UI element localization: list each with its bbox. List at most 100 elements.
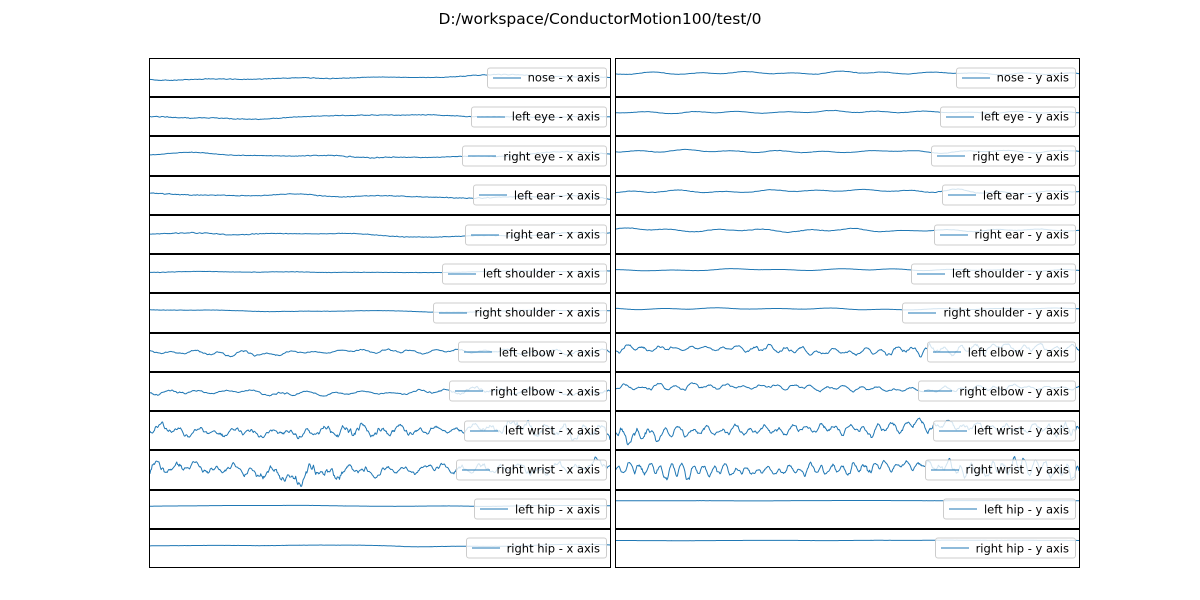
legend-left-ear-x[interactable]: left ear - x axis [472,184,607,206]
legend-left-elbow-x[interactable]: left elbow - x axis [457,341,607,363]
subplot-cell: left eye - y axis [613,97,1080,137]
subplot-cell: right eye - x axis [149,136,613,176]
subplot-axes-left-wrist-x: left wrist - x axis [149,411,611,451]
legend-line-icon [463,351,492,353]
legend-line-icon [469,430,498,432]
legend-left-hip-y[interactable]: left hip - y axis [942,498,1076,520]
legend-label: left ear - x axis [513,188,600,203]
legend-left-shoulder-x[interactable]: left shoulder - x axis [441,263,607,285]
legend-right-hip-y[interactable]: right hip - y axis [934,537,1076,559]
legend-line-icon [932,351,961,353]
legend-left-ear-y[interactable]: left ear - y axis [941,184,1076,206]
subplot-axes-left-ear-x: left ear - x axis [149,175,611,215]
subplot-axes-right-ear-y: right ear - y axis [615,214,1080,255]
legend-right-ear-y[interactable]: right ear - y axis [933,224,1076,246]
subplot-cell: nose - x axis [149,58,613,98]
subplot-axes-right-eye-x: right eye - x axis [149,136,611,176]
subplot-axes-right-wrist-y: right wrist - y axis [615,450,1080,490]
matplotlib-figure: D:/workspace/ConductorMotion100/test/0 n… [0,0,1200,600]
legend-line-icon [940,547,969,549]
legend-left-shoulder-y[interactable]: left shoulder - y axis [910,263,1076,285]
subplot-grid: nose - x axis nose - y axis left eye - x a… [149,58,1080,568]
subplot-axes-left-hip-x: left hip - x axis [149,489,611,529]
subplot-axes-nose-y: nose - y axis [615,58,1080,98]
legend-right-shoulder-y[interactable]: right shoulder - y axis [902,302,1076,324]
legend-label: left hip - x axis [514,502,600,517]
legend-right-shoulder-x[interactable]: right shoulder - x axis [433,302,607,324]
subplot-axes-right-elbow-x: right elbow - x axis [149,371,611,412]
subplot-cell: left hip - y axis [613,489,1080,529]
subplot-cell: right eye - y axis [613,136,1080,176]
legend-left-wrist-x[interactable]: left wrist - x axis [463,420,607,442]
subplot-axes-right-ear-x: right ear - x axis [149,214,611,255]
subplot-axes-nose-x: nose - x axis [149,58,611,98]
legend-right-elbow-y[interactable]: right elbow - y axis [918,380,1076,402]
subplot-axes-left-shoulder-x: left shoulder - x axis [149,254,611,294]
legend-right-elbow-x[interactable]: right elbow - x axis [449,380,607,402]
legend-left-elbow-y[interactable]: left elbow - y axis [926,341,1076,363]
legend-right-hip-x[interactable]: right hip - x axis [465,537,607,559]
legend-line-icon [447,273,476,275]
subplot-axes-left-wrist-y: left wrist - y axis [615,411,1080,451]
subplot-cell: right wrist - x axis [149,450,613,490]
legend-right-wrist-y[interactable]: right wrist - y axis [924,459,1076,481]
subplot-cell: right elbow - x axis [149,371,613,412]
legend-label: right shoulder - y axis [943,305,1069,320]
subplot-cell: left shoulder - y axis [613,254,1080,294]
legend-label: left wrist - x axis [504,423,600,438]
subplot-axes-right-eye-y: right eye - y axis [615,136,1080,176]
legend-label: right wrist - x axis [496,462,600,477]
subplot-cell: right ear - y axis [613,214,1080,255]
legend-label: left hip - y axis [983,502,1069,517]
legend-label: nose - y axis [996,70,1069,85]
legend-line-icon [476,116,505,118]
subplot-axes-right-shoulder-x: right shoulder - x axis [149,293,611,333]
subplot-axes-right-hip-x: right hip - x axis [149,528,611,568]
legend-left-hip-x[interactable]: left hip - x axis [473,498,607,520]
legend-label: right ear - y axis [974,227,1070,242]
subplot-cell: left hip - x axis [149,489,613,529]
legend-left-eye-y[interactable]: left eye - y axis [939,106,1076,128]
legend-line-icon [945,116,974,118]
subplot-axes-left-elbow-x: left elbow - x axis [149,332,611,372]
legend-label: right eye - y axis [972,149,1069,164]
legend-label: right wrist - y axis [965,462,1069,477]
legend-left-wrist-y[interactable]: left wrist - y axis [932,420,1076,442]
legend-label: left elbow - y axis [967,345,1069,360]
legend-line-icon [961,77,990,79]
legend-line-icon [478,194,507,196]
legend-right-eye-y[interactable]: right eye - y axis [931,145,1076,167]
subplot-cell: right shoulder - y axis [613,293,1080,333]
subplot-axes-left-ear-y: left ear - y axis [615,175,1080,215]
legend-line-icon [455,390,484,392]
legend-nose-x[interactable]: nose - x axis [486,67,607,89]
subplot-cell: left elbow - y axis [613,332,1080,372]
legend-line-icon [930,469,959,471]
legend-line-icon [937,155,966,157]
legend-right-wrist-x[interactable]: right wrist - x axis [455,459,607,481]
subplot-axes-left-hip-y: left hip - y axis [615,489,1080,529]
subplot-cell: left ear - x axis [149,175,613,215]
legend-left-eye-x[interactable]: left eye - x axis [470,106,607,128]
legend-line-icon [924,390,953,392]
legend-label: left eye - y axis [980,109,1069,124]
legend-label: right hip - y axis [975,541,1069,556]
subplot-cell: left elbow - x axis [149,332,613,372]
legend-nose-y[interactable]: nose - y axis [955,67,1076,89]
legend-right-eye-x[interactable]: right eye - x axis [462,145,607,167]
subplot-cell: right elbow - y axis [613,371,1080,412]
subplot-axes-right-elbow-y: right elbow - y axis [615,371,1080,412]
legend-right-ear-x[interactable]: right ear - x axis [464,224,607,246]
legend-label: left shoulder - y axis [951,266,1069,281]
subplot-cell: left shoulder - x axis [149,254,613,294]
subplot-cell: right ear - x axis [149,214,613,255]
legend-line-icon [479,508,508,510]
subplot-cell: nose - y axis [613,58,1080,98]
legend-line-icon [938,430,967,432]
legend-line-icon [916,273,945,275]
legend-label: right elbow - x axis [490,384,600,399]
legend-line-icon [470,234,499,236]
subplot-cell: right hip - y axis [613,528,1080,568]
subplot-axes-right-wrist-x: right wrist - x axis [149,450,611,490]
legend-label: right eye - x axis [503,149,600,164]
